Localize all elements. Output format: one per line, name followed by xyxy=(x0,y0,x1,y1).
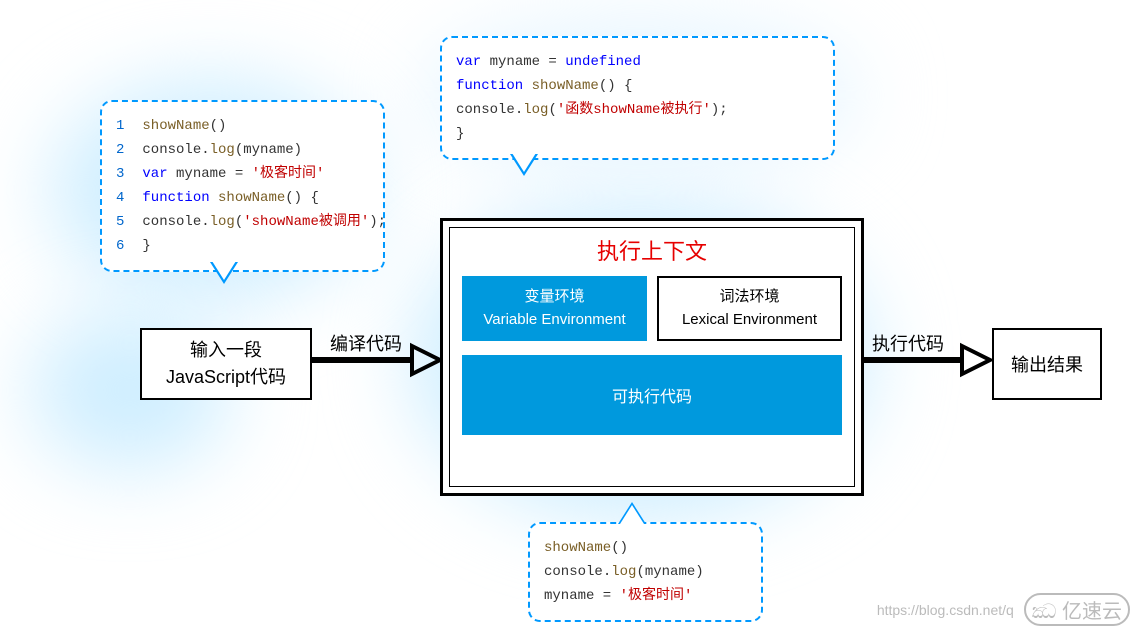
var-env-en: Variable Environment xyxy=(468,309,641,332)
lexical-environment-box: 词法环境 Lexical Environment xyxy=(657,276,842,341)
watermark-logo: ඣ 亿速云 xyxy=(1024,593,1130,626)
lex-env-en: Lexical Environment xyxy=(663,309,836,332)
code-line: 6 } xyxy=(116,234,369,258)
input-box: 输入一段 JavaScript代码 xyxy=(140,328,312,400)
executable-code-box: 可执行代码 xyxy=(462,355,842,435)
code-line: 3 var myname = '极客时间' xyxy=(116,162,369,186)
watermark-url: https://blog.csdn.net/q xyxy=(877,602,1014,618)
second-border: 执行上下文 变量环境 Variable Environment 词法环境 Lex… xyxy=(449,227,855,487)
code-line: 1 showName() xyxy=(116,114,369,138)
code-line: showName() xyxy=(544,536,747,560)
code-line: myname = '极客时间' xyxy=(544,584,747,608)
var-env-code-box: var myname = undefinedfunction showName(… xyxy=(440,36,835,160)
code-line: console.log('函数showName被执行'); xyxy=(456,98,819,122)
code-line: var myname = undefined xyxy=(456,50,819,74)
execute-label: 执行代码 xyxy=(872,330,944,356)
executable-code-bubble: showName()console.log(myname)myname = '极… xyxy=(528,522,763,622)
watermark-brand: 亿速云 xyxy=(1062,601,1122,623)
var-env-cn: 变量环境 xyxy=(468,286,641,309)
watermark: https://blog.csdn.net/q ඣ 亿速云 xyxy=(877,593,1130,626)
variable-environment-box: 变量环境 Variable Environment xyxy=(462,276,647,341)
compile-label: 编译代码 xyxy=(330,330,402,356)
code-line: 4 function showName() { xyxy=(116,186,369,210)
output-box: 输出结果 xyxy=(992,328,1102,400)
input-line2: JavaScript代码 xyxy=(166,364,286,391)
lex-env-cn: 词法环境 xyxy=(663,286,836,309)
code-line: 2 console.log(myname) xyxy=(116,138,369,162)
context-title: 执行上下文 xyxy=(450,234,854,266)
tail-up-fill xyxy=(620,505,644,524)
source-code-box: 1 showName()2 console.log(myname)3 var m… xyxy=(100,100,385,272)
code-line: } xyxy=(456,122,819,146)
code-line: 5 console.log('showName被调用'); xyxy=(116,210,369,234)
input-line1: 输入一段 xyxy=(190,337,262,364)
execution-context: 执行上下文 变量环境 Variable Environment 词法环境 Lex… xyxy=(440,218,864,496)
code-line: console.log(myname) xyxy=(544,560,747,584)
output-label: 输出结果 xyxy=(1011,351,1083,377)
code-line: function showName() { xyxy=(456,74,819,98)
